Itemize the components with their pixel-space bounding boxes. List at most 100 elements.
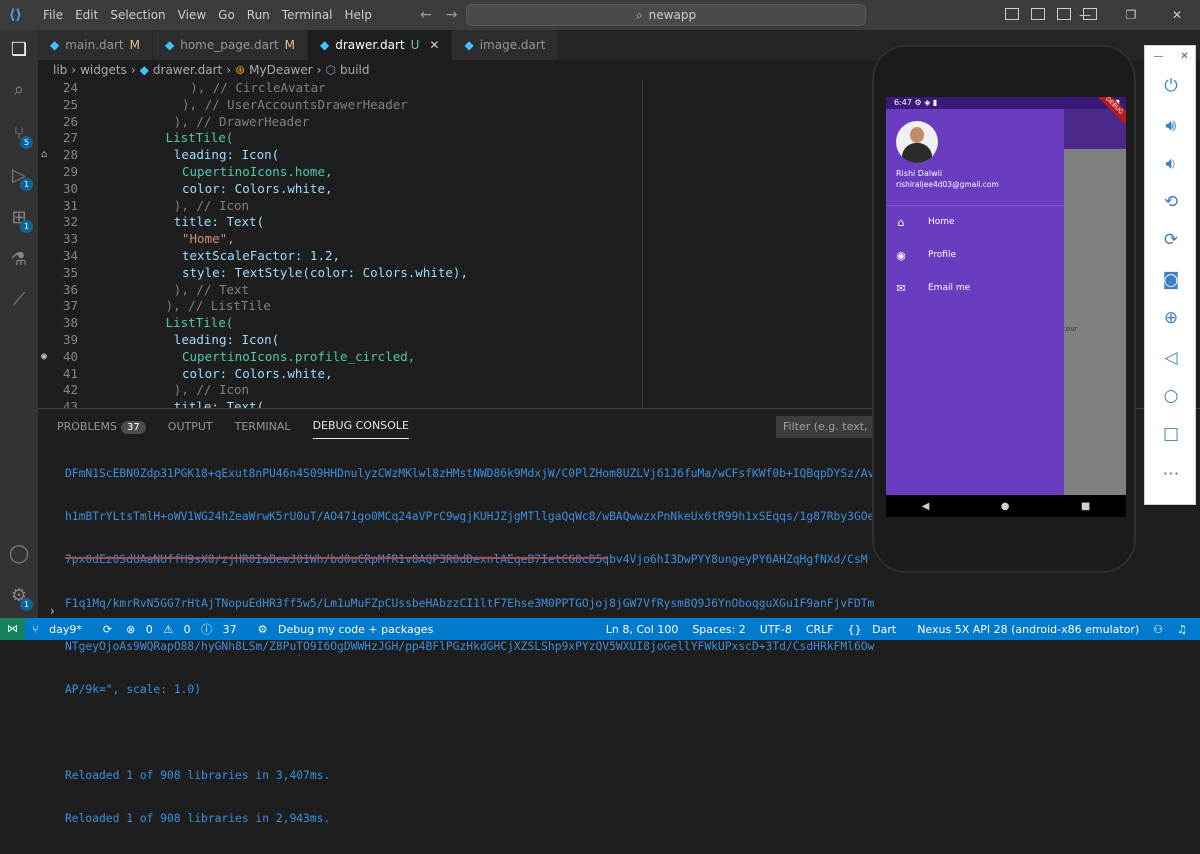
menu-view[interactable]: View (172, 0, 212, 30)
tab-label: home_page.dart (180, 38, 279, 52)
camera-icon[interactable]: ◙ (1159, 268, 1183, 292)
rotate-left-icon[interactable]: ⟲ (1159, 190, 1183, 214)
editor-ruler (642, 80, 643, 408)
remote-icon[interactable]: ⋈ (0, 618, 25, 640)
breadcrumb-method[interactable]: build (340, 63, 370, 77)
drawer-divider (886, 205, 1064, 206)
code-text: leading: Icon( (173, 332, 280, 347)
recents-icon[interactable]: ■ (1081, 501, 1090, 512)
navigation-drawer: Rishi Dalwii rishiraljee4d03@gmail.com ⌂… (886, 109, 1064, 495)
forward-arrow-icon[interactable]: → (446, 7, 458, 23)
line-number: 24 (62, 80, 78, 95)
encoding[interactable]: UTF-8 (753, 623, 799, 636)
console-spacer (65, 724, 1195, 741)
home-button-icon[interactable]: ● (1001, 501, 1010, 512)
minimize-icon[interactable]: — (1062, 0, 1108, 30)
phone-screen[interactable]: 6:47 ⚙ ◈ ▮▾◢▮ DEBUG cour Rishi Dalwii ri… (886, 97, 1126, 517)
language-mode[interactable]: {} Dart (841, 623, 911, 636)
feedback-icon[interactable]: ⚇ (1146, 623, 1170, 636)
testing-icon[interactable]: ⚗ (7, 248, 31, 272)
drawer-item-home[interactable]: ⌂ Home (886, 207, 1064, 237)
line-number: 31 (62, 197, 78, 213)
cursor-position[interactable]: Ln 8, Col 100 (599, 623, 686, 636)
tab-drawer-dart[interactable]: ◆ drawer.dart U ✕ (308, 30, 453, 60)
drawer-item-profile[interactable]: ◉ Profile (886, 240, 1064, 270)
code-line: 40 ◉ CupertinoIcons.profile_circled, (38, 349, 900, 366)
panel-tabs: PROBLEMS 37 OUTPUT TERMINAL DEBUG CONSOLE (38, 409, 409, 443)
eol[interactable]: CRLF (799, 623, 841, 636)
breadcrumb-file[interactable]: drawer.dart (153, 63, 222, 77)
tab-output[interactable]: OUTPUT (168, 420, 213, 433)
indentation[interactable]: Spaces: 2 (685, 623, 752, 636)
back-arrow-icon[interactable]: ← (420, 7, 432, 23)
run-debug-badge: 1 (20, 178, 33, 191)
search-icon[interactable]: ⌕ (7, 78, 31, 102)
dart-file-icon: ◆ (464, 38, 474, 52)
debug-mode-label: Debug my code + packages (278, 622, 434, 636)
restore-icon[interactable]: ❐ (1108, 0, 1154, 30)
code-line: 37), // ListTile (38, 298, 900, 315)
tab-home-page-dart[interactable]: ◆ home_page.dart M (153, 30, 309, 60)
language-label: Dart (872, 622, 897, 636)
code-line: 30 color: Colors.white, (38, 181, 900, 198)
menu-help[interactable]: Help (339, 0, 378, 30)
explorer-icon[interactable]: ❏ (7, 38, 31, 62)
branch-name: day9* (49, 622, 82, 636)
overview-icon[interactable]: □ (1159, 422, 1183, 446)
menu-file[interactable]: File (37, 0, 69, 30)
close-icon[interactable]: ✕ (1180, 51, 1188, 62)
flutter-icon[interactable]: ⟋ (7, 288, 31, 312)
console-prompt-icon[interactable]: › (50, 604, 55, 618)
toggle-sidebar-icon[interactable] (1005, 8, 1019, 20)
volume-down-icon[interactable]: 🔉︎ (1159, 152, 1183, 176)
line-number: 25 (62, 96, 78, 112)
accounts-icon[interactable]: ◯ (7, 542, 31, 566)
breadcrumb-widgets[interactable]: widgets (80, 63, 127, 77)
zoom-icon[interactable]: ⊕ (1159, 306, 1183, 330)
rotate-right-icon[interactable]: ⟳ (1159, 228, 1183, 252)
menu-go[interactable]: Go (212, 0, 241, 30)
modified-badge: M (129, 38, 140, 52)
home-icon[interactable]: ○ (1159, 384, 1183, 408)
menu-selection[interactable]: Selection (104, 0, 171, 30)
menu-run[interactable]: Run (241, 0, 276, 30)
tab-debug-console[interactable]: DEBUG CONSOLE (312, 419, 409, 439)
power-icon[interactable]: ⏻ (1159, 74, 1183, 98)
code-line: 34 textScaleFactor: 1.2, (38, 248, 900, 265)
back-icon[interactable]: ◁ (1159, 346, 1183, 370)
untracked-badge: U (410, 38, 420, 52)
debug-mode-indicator[interactable]: ⚙ Debug my code + packages (251, 623, 448, 636)
close-icon[interactable]: ✕ (1154, 0, 1200, 30)
menu-edit[interactable]: Edit (69, 0, 104, 30)
tab-image-dart[interactable]: ◆ image.dart (452, 30, 559, 60)
tab-main-dart[interactable]: ◆ main.dart M (38, 30, 153, 60)
toggle-panel-icon[interactable] (1031, 8, 1045, 20)
notifications-bell-icon[interactable]: ♫ (1170, 623, 1194, 636)
tab-problems[interactable]: PROBLEMS 37 (57, 420, 146, 434)
code-line: 43 title: Text( (38, 399, 900, 408)
breadcrumb-class[interactable]: MyDeawer (249, 63, 313, 77)
nav-arrows: ← → (420, 0, 457, 30)
problems-indicator[interactable]: ⊗ 0 ⚠ 0 ⓘ 37 (119, 621, 251, 637)
device-selector[interactable]: Nexus 5X API 28 (android-x86 emulator) (910, 623, 1146, 636)
breadcrumb-lib[interactable]: lib (53, 63, 67, 77)
drawer-item-email[interactable]: ✉ Email me (886, 273, 1064, 303)
sync-icon[interactable]: ⟳ (96, 623, 119, 636)
branch-indicator[interactable]: ⑂ day9* (25, 623, 96, 636)
code-text: "Home", (182, 231, 235, 247)
code-editor[interactable]: 24), // CircleAvatar 25), // UserAccounts… (38, 80, 900, 408)
tab-terminal[interactable]: TERMINAL (235, 420, 291, 433)
command-center-search[interactable]: ⌕ newapp (466, 4, 866, 26)
menu-terminal[interactable]: Terminal (276, 0, 339, 30)
code-text: ), // ListTile (165, 298, 271, 314)
code-line: 29 CupertinoIcons.home, (38, 164, 900, 181)
code-line: 42), // Icon (38, 382, 900, 399)
more-options-icon[interactable]: ⋯ (1159, 462, 1183, 486)
close-tab-icon[interactable]: ✕ (429, 38, 439, 52)
breadcrumb: lib › widgets › ◆ drawer.dart › ⊛ MyDeaw… (38, 60, 900, 80)
back-icon[interactable]: ◀ (922, 501, 930, 512)
code-line: 31), // Icon (38, 198, 900, 215)
minimize-icon[interactable]: — (1153, 51, 1163, 62)
info-count: 37 (222, 623, 237, 636)
volume-up-icon[interactable]: 🔊︎ (1159, 114, 1183, 138)
